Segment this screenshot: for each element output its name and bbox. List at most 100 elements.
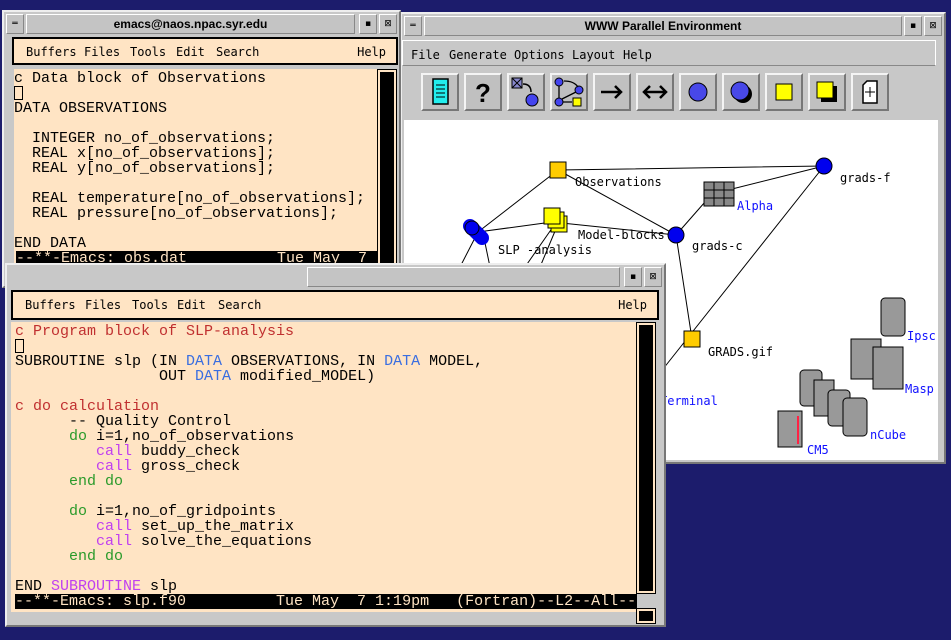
code-line xyxy=(14,86,380,101)
window-title: WWW Parallel Environment xyxy=(424,16,902,36)
maximize-button[interactable]: ⊠ xyxy=(924,16,942,36)
menu-edit[interactable]: Edit xyxy=(176,45,205,59)
menu-help[interactable]: Help xyxy=(618,298,647,312)
menu-help[interactable]: Help xyxy=(357,45,386,59)
code-line: END SUBROUTINE slp xyxy=(15,578,178,595)
shadow-square-button[interactable] xyxy=(808,73,846,111)
graph-layout-icon xyxy=(554,77,584,107)
label-alpha: Alpha xyxy=(737,199,773,213)
node-alpha[interactable] xyxy=(703,181,735,207)
menu-file[interactable]: File xyxy=(411,48,440,62)
circle-button[interactable] xyxy=(679,73,717,111)
code-line: end do xyxy=(69,473,124,490)
square-button[interactable] xyxy=(765,73,803,111)
menu-files[interactable]: Files xyxy=(84,45,120,59)
code-line: REAL y[no_of_observations]; xyxy=(14,160,276,177)
code-line: END DATA xyxy=(14,235,87,252)
editor-text[interactable]: c Program block of SLP-analysis SUBROUTI… xyxy=(11,322,637,612)
machine-masp[interactable] xyxy=(850,338,904,390)
label-ncube: nCube xyxy=(870,428,906,442)
menu-buffers[interactable]: Buffers xyxy=(25,298,76,312)
menu-edit[interactable]: Edit xyxy=(177,298,206,312)
code-line: REAL temperature[no_of_observations]; xyxy=(14,190,366,207)
code-line: call gross_check xyxy=(96,458,241,475)
menu-search[interactable]: Search xyxy=(216,45,259,59)
menubar: File Generate Options Layout Help xyxy=(402,40,936,66)
machine-ncube[interactable] xyxy=(799,369,868,437)
minimize-button[interactable]: ▪ xyxy=(359,14,377,34)
maximize-button[interactable]: ⊠ xyxy=(644,267,662,287)
label-grads-f: grads-f xyxy=(840,171,891,185)
code-line: INTEGER no_of_observations; xyxy=(14,130,276,147)
menu-tools[interactable]: Tools xyxy=(130,45,166,59)
menu-options[interactable]: Options xyxy=(514,48,565,62)
editor-text[interactable]: c Data block of Observations DATA OBSERV… xyxy=(14,69,380,281)
code-line: REAL x[no_of_observations]; xyxy=(14,145,276,162)
label-model-blocks: Model-blocks xyxy=(578,228,665,242)
scrollbar[interactable] xyxy=(377,69,397,266)
code-line: c Data block of Observations xyxy=(14,70,267,87)
transform-button[interactable] xyxy=(507,73,545,111)
menu-buffers[interactable]: Buffers xyxy=(26,45,77,59)
arrow-right-icon xyxy=(601,85,623,99)
node-slp-analysis[interactable] xyxy=(463,219,489,245)
window-title: emacs@naos.npac.syr.edu xyxy=(26,14,355,34)
toolbar: ? xyxy=(402,66,936,120)
code-line: DATA OBSERVATIONS xyxy=(14,100,168,117)
shadow-circle-icon xyxy=(730,81,752,103)
node-grads-gif[interactable] xyxy=(683,330,701,348)
cursor xyxy=(15,339,24,353)
svg-text:?: ? xyxy=(475,78,491,108)
document-button[interactable] xyxy=(421,73,459,111)
arrow-right-button[interactable] xyxy=(593,73,631,111)
window-menu-button[interactable]: ═ xyxy=(404,16,422,36)
menu-help[interactable]: Help xyxy=(623,48,652,62)
help-button[interactable]: ? xyxy=(464,73,502,111)
label-masp: Masp xyxy=(905,382,934,396)
window-menu-button[interactable]: ═ xyxy=(6,14,24,34)
code-line: OUT DATA modified_MODEL) xyxy=(15,368,376,385)
code-line: call solve_the_equations xyxy=(96,533,313,550)
machine-ipsc[interactable] xyxy=(880,297,906,337)
code-line: REAL pressure[no_of_observations]; xyxy=(14,205,339,222)
menu-search[interactable]: Search xyxy=(218,298,261,312)
emacs-slp-window: ▪ ⊠ Buffers Files Tools Edit Search Help… xyxy=(5,263,666,627)
arrow-both-icon xyxy=(642,85,668,99)
help-icon: ? xyxy=(475,78,491,108)
code-line xyxy=(15,339,637,354)
scrollbar-corner xyxy=(636,608,656,624)
code-line: call set_up_the_matrix xyxy=(96,518,295,535)
shadow-square-icon xyxy=(816,81,837,102)
label-terminal: Terminal xyxy=(660,394,718,408)
label-cm5: CM5 xyxy=(807,443,829,457)
code-line: do i=1,no_of_gridpoints xyxy=(69,503,277,520)
graph-layout-button[interactable] xyxy=(550,73,588,111)
arrow-both-button[interactable] xyxy=(636,73,674,111)
shadow-circle-button[interactable] xyxy=(722,73,760,111)
cursor xyxy=(14,86,23,100)
circle-icon xyxy=(688,82,708,102)
menu-tools[interactable]: Tools xyxy=(132,298,168,312)
menu-generate[interactable]: Generate xyxy=(449,48,507,62)
machine-cm5[interactable] xyxy=(777,410,803,448)
node-grads-f[interactable] xyxy=(815,157,833,175)
minimize-button[interactable]: ▪ xyxy=(624,267,642,287)
add-file-button[interactable] xyxy=(851,73,889,111)
label-slp-analysis: SLP -analysis xyxy=(498,243,592,257)
node-observations[interactable] xyxy=(549,161,567,179)
menu-files[interactable]: Files xyxy=(85,298,121,312)
minimize-button[interactable]: ▪ xyxy=(904,16,922,36)
node-model-blocks[interactable] xyxy=(543,207,568,233)
menu-layout[interactable]: Layout xyxy=(572,48,615,62)
maximize-button[interactable]: ⊠ xyxy=(379,14,397,34)
code-line: do i=1,no_of_observations xyxy=(69,428,295,445)
scrollbar[interactable] xyxy=(636,322,656,594)
code-line: SUBROUTINE slp (IN DATA OBSERVATIONS, IN… xyxy=(15,353,484,370)
node-grads-c[interactable] xyxy=(667,226,685,244)
code-line: call buddy_check xyxy=(96,443,241,460)
code-line: c do calculation xyxy=(15,398,160,415)
label-ipsc: Ipsc xyxy=(907,329,936,343)
